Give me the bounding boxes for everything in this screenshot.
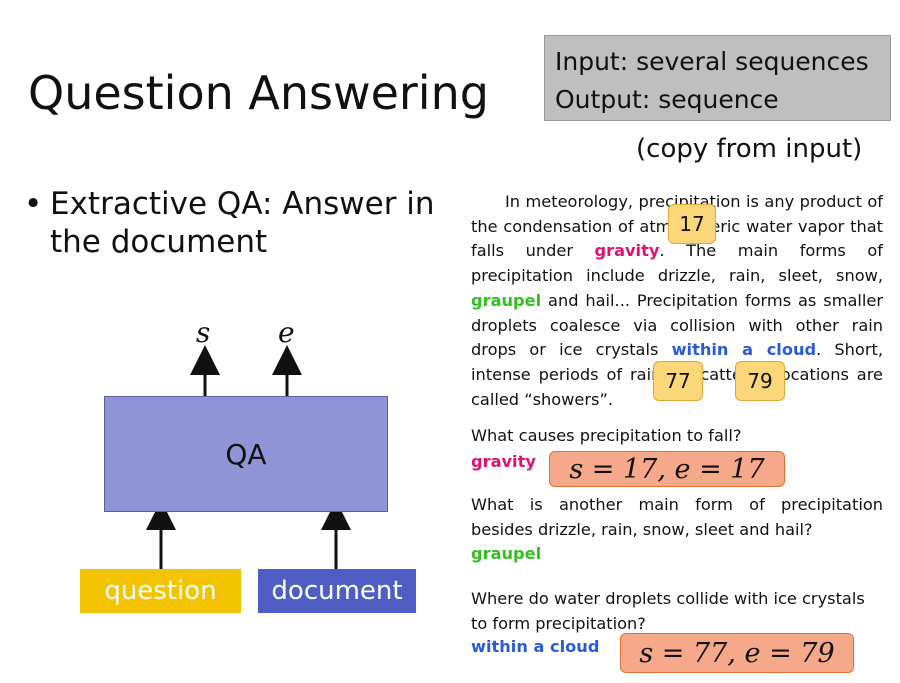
qa-model-label: QA <box>225 437 267 471</box>
answer-1-span-box: s = 17, e = 17 <box>549 451 785 487</box>
document-input-box: document <box>258 569 416 613</box>
question-input-box: question <box>80 569 241 613</box>
qa-model-box: QA <box>104 396 388 512</box>
question-input-label: question <box>104 576 217 606</box>
answer-2-text: graupel <box>471 544 542 563</box>
token-index-badge-17: 17 <box>668 204 716 244</box>
answer-highlight-gravity: gravity <box>594 241 660 261</box>
question-3-text: Where do water droplets collide with ice… <box>471 589 865 633</box>
output-e-label: e <box>278 316 295 349</box>
token-index-badge-79: 79 <box>735 361 785 401</box>
question-2-text: What is another main form of precipitati… <box>471 495 883 539</box>
question-1-text: What causes precipitation to fall? <box>471 426 742 445</box>
answer-1-text: gravity <box>471 452 536 471</box>
output-s-label: s <box>196 316 211 349</box>
answer-3-text: within a cloud <box>471 637 600 656</box>
answer-highlight-within-a-cloud: within a cloud <box>671 340 817 360</box>
token-index-badge-77: 77 <box>653 361 703 401</box>
document-input-label: document <box>271 576 403 606</box>
answer-highlight-graupel: graupel <box>471 290 542 310</box>
answer-3-span-box: s = 77, e = 79 <box>620 633 854 673</box>
